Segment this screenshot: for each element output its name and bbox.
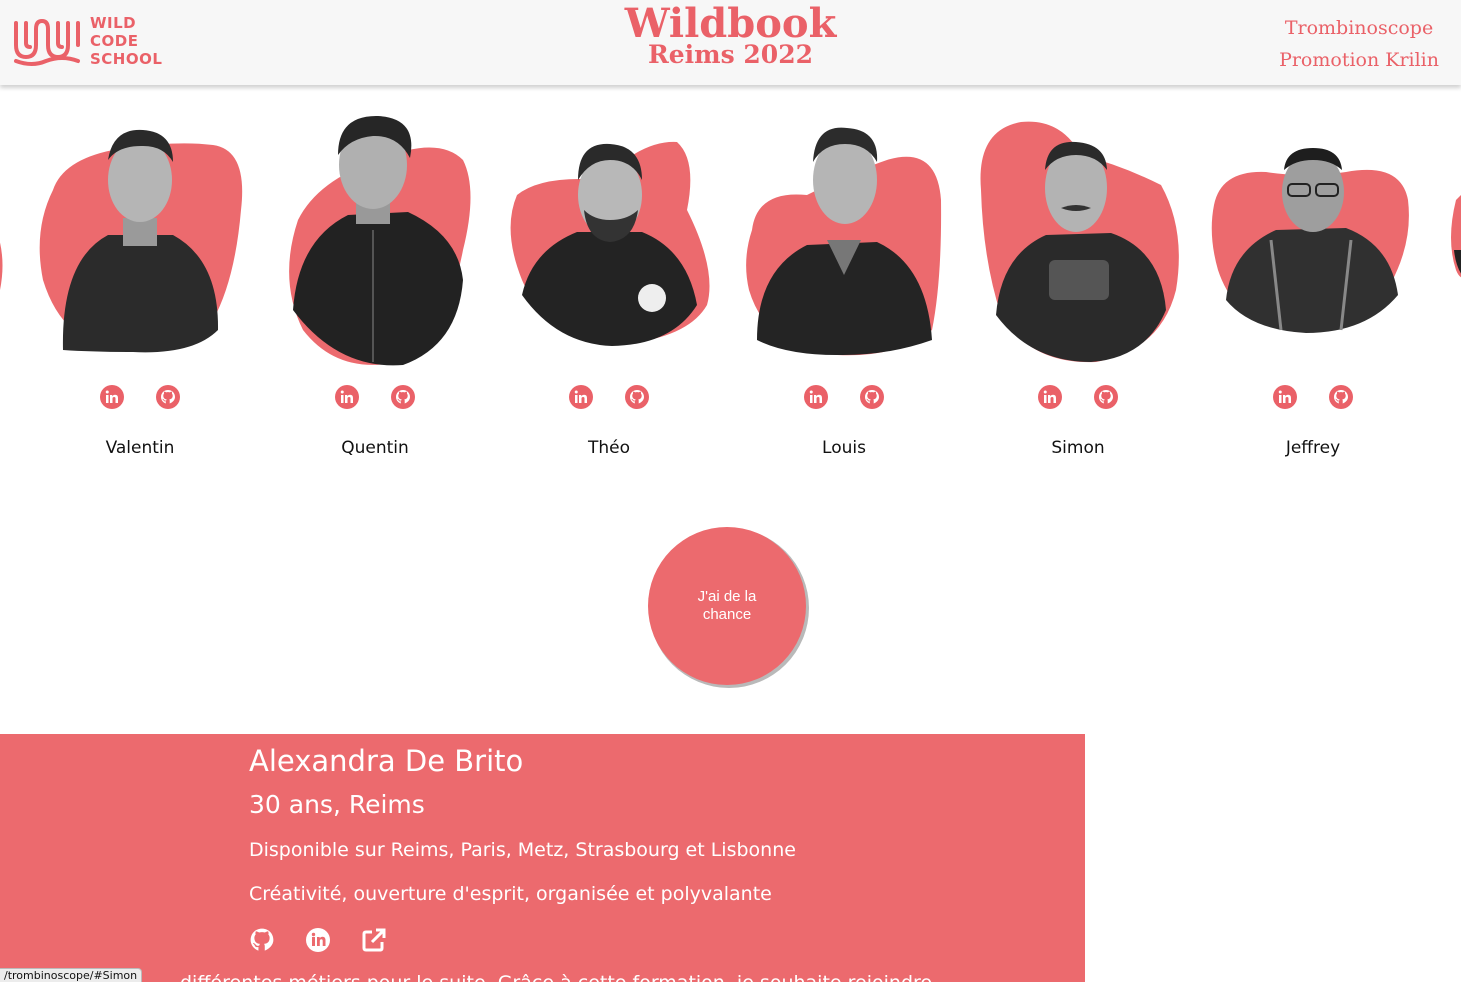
member-card[interactable]: Valentin [23, 100, 257, 470]
members-carousel[interactable]: Valentin Quentin Théo Louis Simon Jeffre… [0, 100, 1461, 470]
github-icon[interactable] [1329, 385, 1353, 409]
status-bar-url: /trombinoscope/#Simon [0, 968, 143, 982]
title-block: Wildbook Reims 2022 [0, 2, 1461, 68]
github-icon[interactable] [625, 385, 649, 409]
member-photo [1196, 100, 1430, 370]
member-name[interactable]: Simon [961, 438, 1195, 458]
linkedin-icon[interactable] [100, 385, 124, 409]
page-subtitle: Reims 2022 [648, 40, 813, 69]
github-icon[interactable] [391, 385, 415, 409]
linkedin-icon[interactable] [569, 385, 593, 409]
member-card[interactable]: Jeffrey [1196, 100, 1430, 470]
github-icon[interactable] [1094, 385, 1118, 409]
linkedin-icon[interactable] [305, 927, 331, 953]
profile-description: différentes métiers pour le suite. Grâce… [180, 970, 932, 982]
member-socials [492, 385, 726, 409]
linkedin-icon[interactable] [335, 385, 359, 409]
github-icon[interactable] [860, 385, 884, 409]
member-photo [23, 100, 257, 370]
github-icon[interactable] [156, 385, 180, 409]
member-socials [258, 385, 492, 409]
member-card[interactable]: Quentin [258, 100, 492, 470]
member-name[interactable]: Théo [492, 438, 726, 458]
linkedin-icon[interactable] [804, 385, 828, 409]
member-photo [492, 100, 726, 370]
member-photo [727, 100, 961, 370]
member-card[interactable]: Théo [492, 100, 726, 470]
member-socials [727, 385, 961, 409]
member-socials [961, 385, 1195, 409]
nav-link-trombinoscope[interactable]: Trombinoscope [1279, 12, 1439, 44]
external-link-icon[interactable] [361, 927, 387, 953]
member-photo [258, 100, 492, 370]
member-name[interactable]: Louis [727, 438, 961, 458]
linkedin-icon[interactable] [1038, 385, 1062, 409]
member-card[interactable]: Simon [961, 100, 1195, 470]
profile-age-city: 30 ans, Reims [249, 790, 425, 819]
member-photo [961, 100, 1195, 370]
header-nav: Trombinoscope Promotion Krilin [1279, 12, 1439, 76]
member-name[interactable]: Jeffrey [1196, 438, 1430, 458]
profile-name: Alexandra De Brito [249, 744, 524, 778]
member-name[interactable]: Valentin [23, 438, 257, 458]
member-socials [23, 385, 257, 409]
member-name[interactable]: Quentin [258, 438, 492, 458]
member-card[interactable]: Louis [727, 100, 961, 470]
member-socials [1196, 385, 1430, 409]
site-header: WILD CODE SCHOOL Wildbook Reims 2022 Tro… [0, 0, 1461, 85]
profile-links [249, 927, 387, 953]
lucky-button[interactable]: J'ai de la chance [648, 527, 806, 685]
profile-qualities: Créativité, ouverture d'esprit, organisé… [249, 883, 772, 905]
nav-link-promotion[interactable]: Promotion Krilin [1279, 44, 1439, 76]
partial-member-blob-left [0, 242, 3, 290]
profile-panel: Alexandra De Brito 30 ans, Reims Disponi… [0, 734, 1085, 982]
github-icon[interactable] [249, 927, 275, 953]
profile-availability: Disponible sur Reims, Paris, Metz, Stras… [249, 839, 796, 861]
partial-member-blob-right [1451, 195, 1461, 278]
linkedin-icon[interactable] [1273, 385, 1297, 409]
